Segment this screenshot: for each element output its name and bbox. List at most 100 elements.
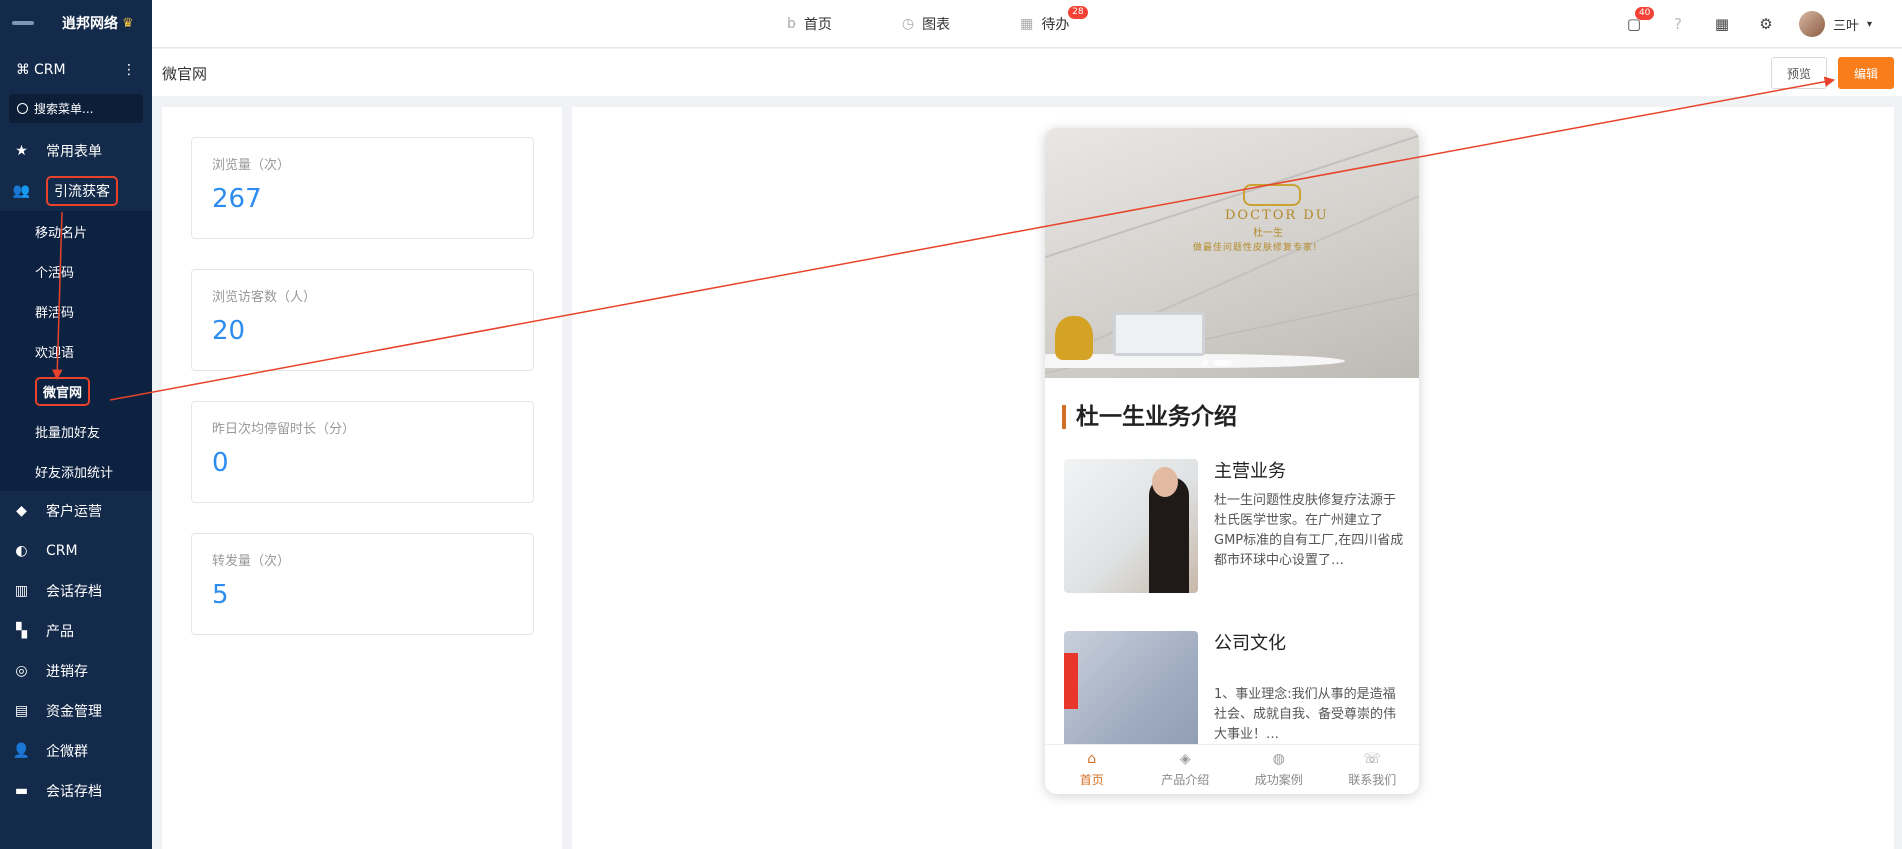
calendar-icon: ▦: [1020, 16, 1034, 32]
sub-item-welcome-msg[interactable]: 欢迎语: [0, 331, 152, 371]
card-desc: 1、事业理念:我们从事的是造福社会、成就自我、备受尊崇的伟大事业！…: [1214, 687, 1397, 742]
star-icon: ★: [15, 143, 28, 159]
sidebar-item-wecom-groups[interactable]: 👤 企微群: [0, 731, 152, 771]
section-title: 杜一生业务介绍: [1062, 405, 1237, 429]
top-bar: b 首页 ◷ 图表 ▦ 待办 28 ▢ 40 ? ▦ ⚙ 三叶 ▾: [152, 0, 1902, 48]
phone-icon: ☏: [1363, 751, 1381, 767]
crm-switch-label: CRM: [34, 62, 66, 78]
sidebar-item-chat-archive[interactable]: ▥ 会话存档: [0, 571, 152, 611]
sub-item-label: 微官网: [35, 376, 91, 406]
stat-value: 0: [212, 448, 229, 478]
banner-brand: DOCTOR DU: [1225, 208, 1329, 223]
lead-gen-submenu: 移动名片 个活码 群活码 欢迎语 微官网 批量加好友 好友添加统计: [0, 211, 152, 491]
chevron-down-icon: ▾: [1866, 18, 1872, 30]
nav-home[interactable]: b 首页: [787, 14, 832, 34]
sidebar-item-label: 进销存: [46, 664, 88, 680]
sidebar-item-lead-gen[interactable]: 👥 引流获客: [0, 171, 152, 211]
sidebar-menu: ★ 常用表单 👥 引流获客 移动名片 个活码 群活码 欢迎语 微官网 批量加好友…: [0, 131, 152, 811]
search-placeholder: 搜索菜单...: [34, 102, 94, 116]
stat-label: 昨日次均停留时长（分）: [212, 422, 356, 437]
tab-home[interactable]: ⌂ 首页: [1045, 745, 1139, 794]
tab-contact[interactable]: ☏ 联系我们: [1326, 745, 1420, 794]
banner-image[interactable]: DOCTOR DU 杜一生 做最佳问题性皮肤修复专家!: [1045, 128, 1419, 378]
card-image: [1064, 459, 1198, 593]
diamond-icon: ◆: [16, 503, 27, 519]
nav-home-label: 首页: [803, 17, 832, 33]
sidebar-item-common-forms[interactable]: ★ 常用表单: [0, 131, 152, 171]
user-menu[interactable]: 三叶 ▾: [1798, 11, 1872, 37]
banner-slogan: 做最佳问题性皮肤修复专家!: [1193, 243, 1318, 253]
sidebar-item-label: 会话存档: [46, 784, 102, 800]
sidebar-item-finance[interactable]: ▤ 资金管理: [0, 691, 152, 731]
sidebar-item-inventory[interactable]: ◎ 进销存: [0, 651, 152, 691]
preview-button[interactable]: 预览: [1771, 57, 1827, 89]
tab-products[interactable]: ◈ 产品介绍: [1139, 745, 1233, 794]
stat-card-shares: 转发量（次） 5: [191, 533, 534, 635]
carousel-dots[interactable]: [1202, 360, 1232, 366]
sidebar-item-chat-archive-2[interactable]: ▬ 会话存档: [0, 771, 152, 811]
stat-label: 浏览量（次）: [212, 158, 291, 173]
card-title: 公司文化: [1214, 633, 1286, 654]
group-icon: 👤: [12, 743, 31, 759]
gd-logo-icon: [1243, 184, 1301, 206]
help-icon[interactable]: ?: [1667, 13, 1689, 35]
card-title: 主营业务: [1214, 461, 1286, 482]
menu-toggle-icon[interactable]: [12, 21, 34, 25]
edit-button[interactable]: 编辑: [1838, 57, 1894, 89]
stat-card-avg-duration: 昨日次均停留时长（分） 0: [191, 401, 534, 503]
sidebar-item-label: 企微群: [46, 744, 88, 760]
nav-todo-label: 待办: [1041, 17, 1070, 33]
nav-charts[interactable]: ◷ 图表: [902, 14, 950, 34]
brand[interactable]: 逍邦网络 ♛: [0, 0, 152, 46]
sidebar-item-label: CRM: [46, 543, 78, 559]
gear-icon[interactable]: ⚙: [1755, 13, 1777, 35]
more-vertical-icon[interactable]: ⋮: [122, 62, 136, 78]
tag-icon: ◈: [1179, 751, 1191, 767]
tab-label: 产品介绍: [1161, 773, 1210, 787]
tab-label: 成功案例: [1254, 773, 1303, 787]
stat-value: 20: [212, 316, 246, 346]
sidebar-item-customer-ops[interactable]: ◆ 客户运营: [0, 491, 152, 531]
stats-panel: 浏览量（次） 267 浏览访客数（人） 20 昨日次均停留时长（分） 0 转发量…: [162, 107, 562, 849]
sub-item-personal-qrcode[interactable]: 个活码: [0, 251, 152, 291]
globe-icon: ◍: [1272, 751, 1285, 767]
sub-item-micro-site[interactable]: 微官网: [0, 371, 152, 411]
search-menu-input[interactable]: 搜索菜单...: [9, 94, 143, 123]
users-icon: 👥: [12, 183, 31, 199]
sub-item-friend-stats[interactable]: 好友添加统计: [0, 451, 152, 491]
lucky-cat-icon: [1055, 316, 1093, 360]
page-title: 微官网: [162, 65, 208, 83]
boxes-icon: ▚: [16, 623, 27, 639]
apps-grid-icon[interactable]: ▦: [1711, 13, 1733, 35]
inventory-icon: ◎: [15, 663, 28, 679]
sub-item-batch-add-friends[interactable]: 批量加好友: [0, 411, 152, 451]
sidebar-item-crm[interactable]: ◐ CRM: [0, 531, 152, 571]
business-card-main[interactable]: 主营业务 杜一生问题性皮肤修复疗法源于杜氏医学世家。在广州建立了GMP标准的自有…: [1064, 459, 1404, 593]
avatar: [1798, 11, 1825, 37]
sidebar-item-products[interactable]: ▚ 产品: [0, 611, 152, 651]
carousel-dot-active[interactable]: [1214, 360, 1232, 366]
sub-item-group-qrcode[interactable]: 群活码: [0, 291, 152, 331]
phone-tab-bar: ⌂ 首页 ◈ 产品介绍 ◍ 成功案例 ☏ 联系我们: [1045, 744, 1419, 794]
brand-name: 逍邦网络: [62, 16, 118, 32]
page-header: 微官网 预览 编辑: [152, 49, 1902, 96]
stat-value: 5: [212, 580, 229, 610]
card-desc: 杜一生问题性皮肤修复疗法源于杜氏医学世家。在广州建立了GMP标准的自有工厂,在四…: [1214, 493, 1404, 568]
message-badge: 40: [1634, 7, 1655, 20]
sub-item-business-card[interactable]: 移动名片: [0, 211, 152, 251]
stat-label: 转发量（次）: [212, 554, 291, 569]
tab-label: 首页: [1079, 773, 1104, 787]
search-icon: [17, 103, 28, 114]
todo-badge: 28: [1068, 6, 1088, 19]
nav-todo[interactable]: ▦ 待办 28: [1020, 6, 1088, 34]
folder-icon: ▬: [14, 783, 29, 799]
crm-switch[interactable]: ⌘ CRM ⋮: [0, 46, 152, 94]
phone-preview: DOCTOR DU 杜一生 做最佳问题性皮肤修复专家! 杜一生业务介绍 主营业务…: [1045, 128, 1419, 794]
stat-value: 267: [212, 184, 262, 214]
message-icon[interactable]: ▢ 40: [1623, 7, 1655, 35]
stat-label: 浏览访客数（人）: [212, 290, 317, 305]
stat-card-visitors: 浏览访客数（人） 20: [191, 269, 534, 371]
carousel-dot[interactable]: [1202, 360, 1208, 366]
tab-cases[interactable]: ◍ 成功案例: [1232, 745, 1326, 794]
command-icon: ⌘: [16, 62, 30, 78]
